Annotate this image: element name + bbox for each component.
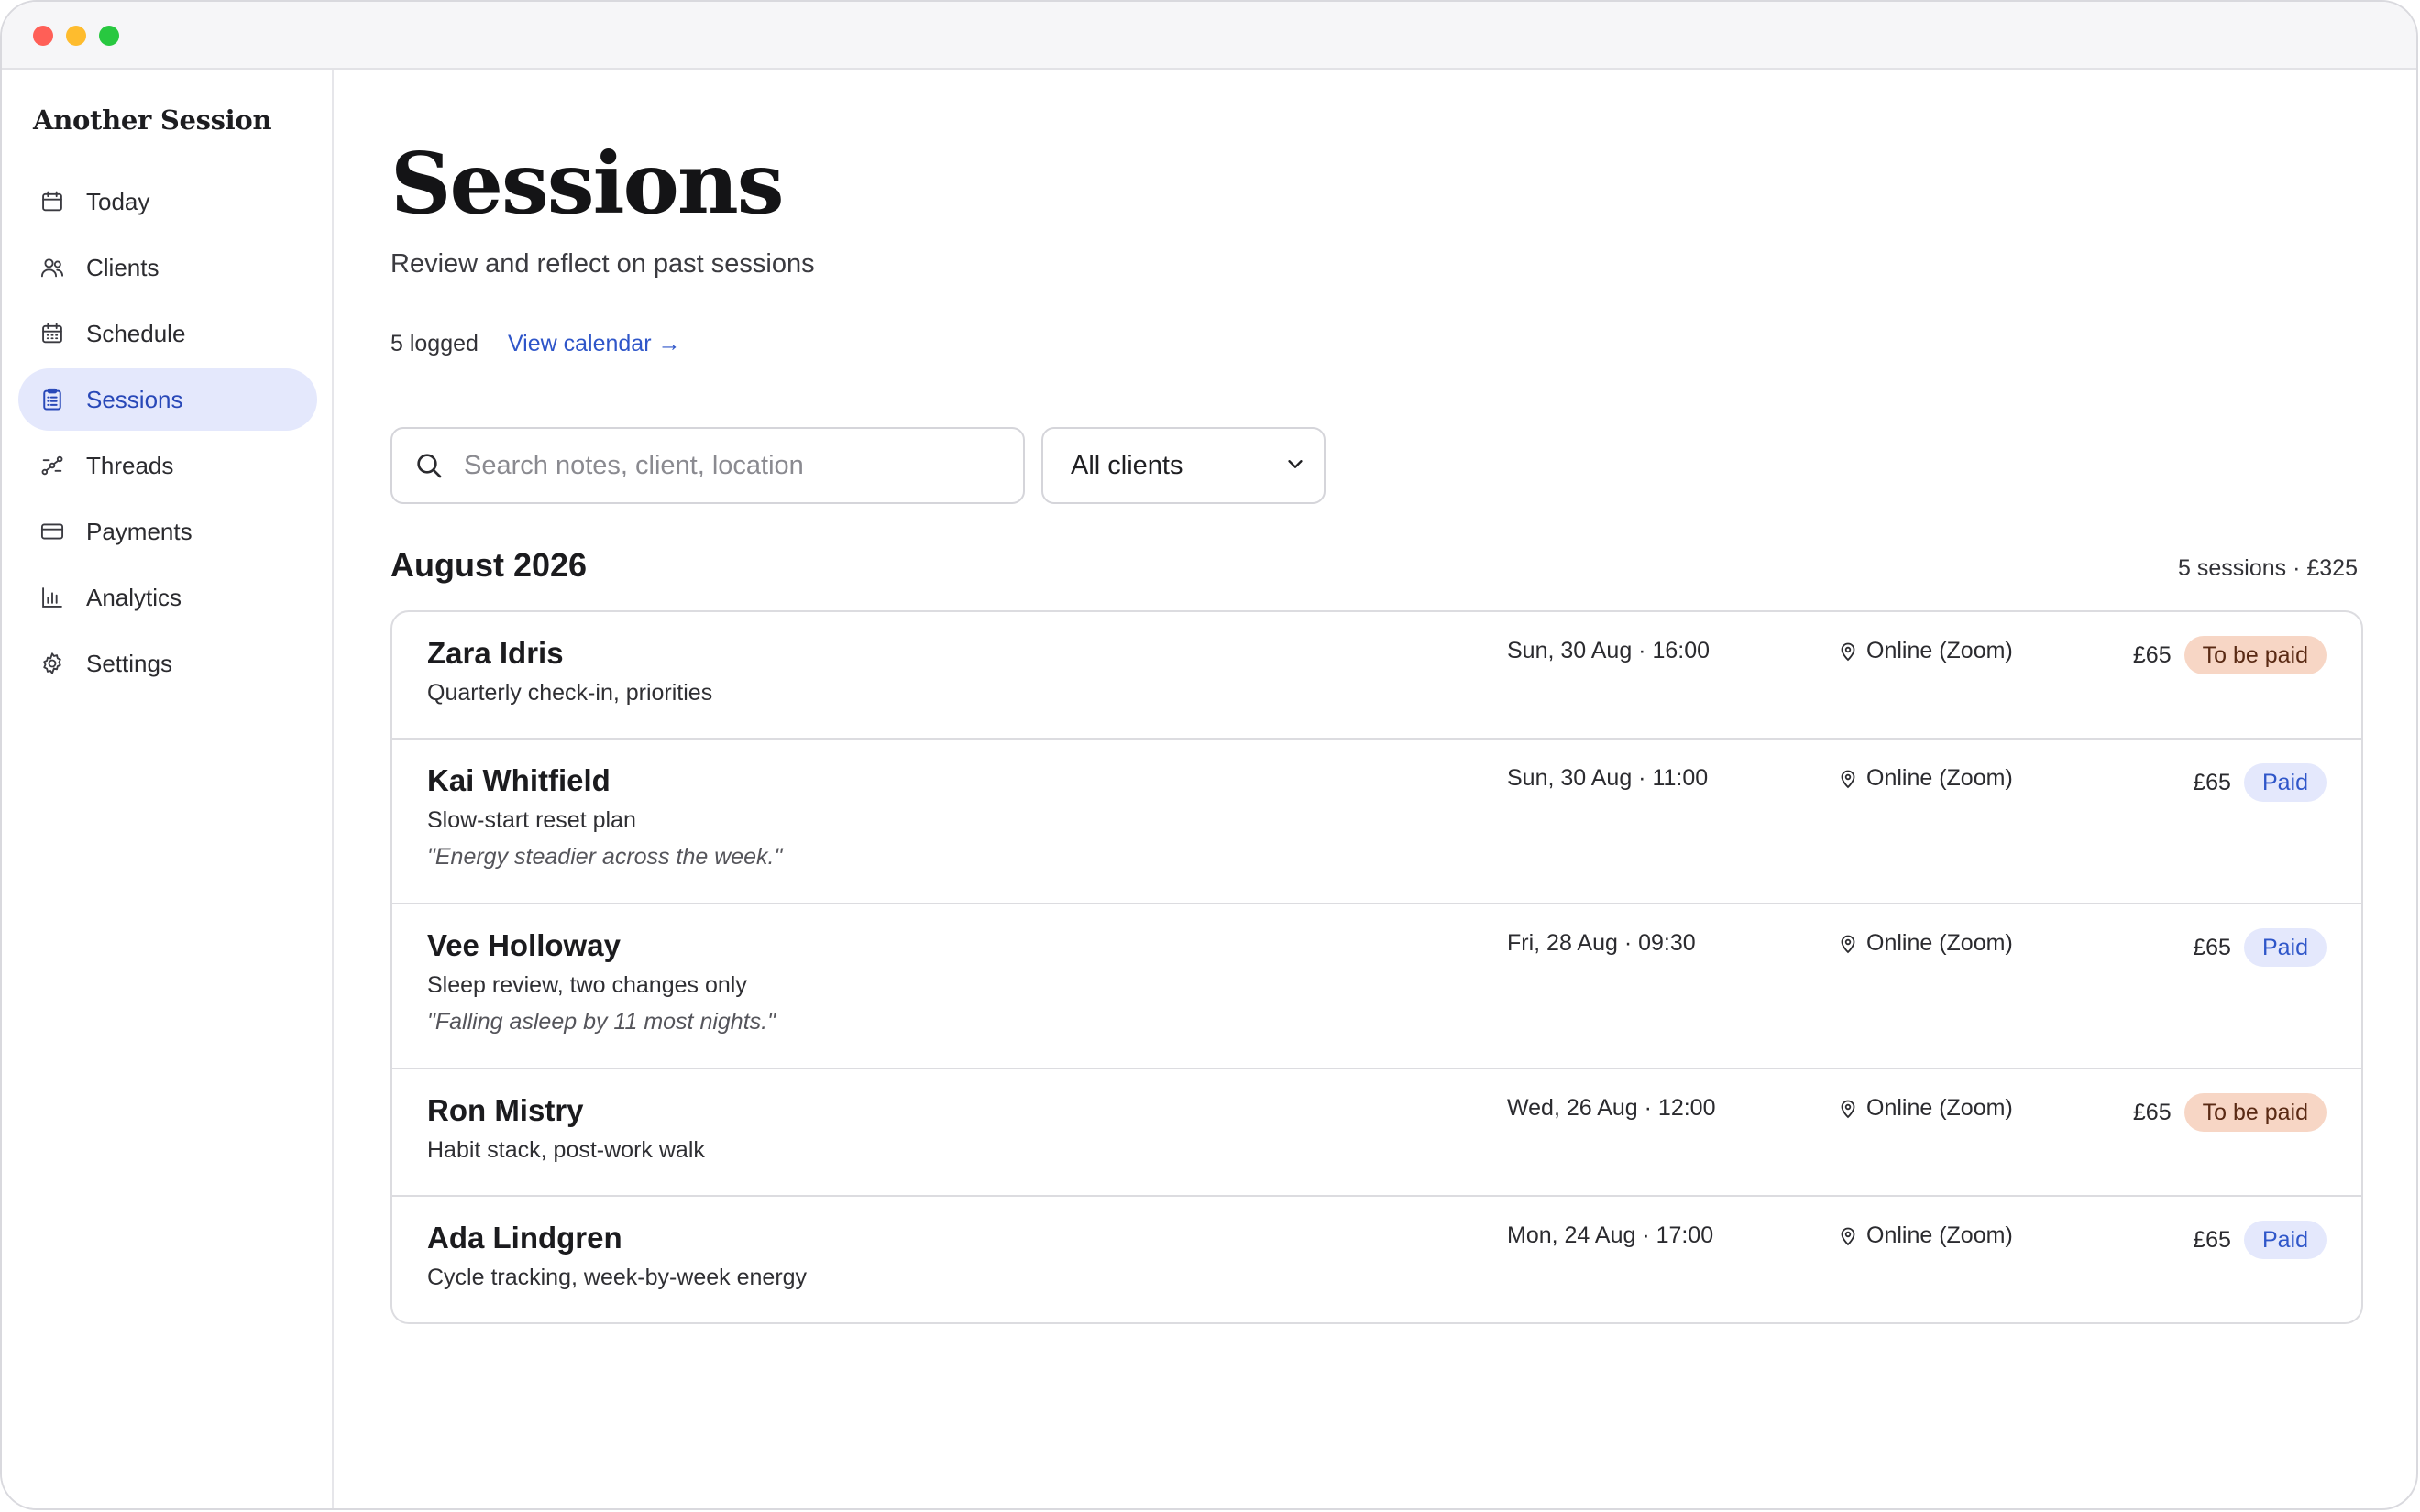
title-bar <box>2 2 2416 70</box>
session-amount: £65 <box>2132 1099 2172 1125</box>
session-amount: £65 <box>2193 934 2231 960</box>
location-pin-icon <box>1837 933 1859 955</box>
search-box <box>390 427 1025 504</box>
location-text: Online (Zoom) <box>1866 638 2013 663</box>
page-title: Sessions <box>390 134 785 233</box>
session-amount: £65 <box>2193 769 2231 795</box>
main-content: Sessions Review and reflect on past sess… <box>334 70 2416 1508</box>
client-filter-select[interactable]: All clients <box>1041 427 1326 504</box>
client-name[interactable]: Vee Holloway <box>427 928 621 963</box>
session-date: Fri, 28 Aug · 09:30 <box>1507 930 1696 956</box>
payment-info: £65 Paid <box>2193 1221 2326 1259</box>
session-list: Zara Idris Quarterly check-in, prioritie… <box>390 610 2363 1324</box>
sidebar-nav: Today Clients Schedule Sessions Threads … <box>18 170 317 698</box>
credit-card-icon <box>38 518 66 545</box>
session-row[interactable]: Kai Whitfield Slow-start reset plan "Ene… <box>392 740 2361 904</box>
close-window-button[interactable] <box>33 26 53 46</box>
threads-icon <box>38 452 66 479</box>
status-badge: Paid <box>2243 928 2326 967</box>
calendar-icon <box>38 188 66 215</box>
session-date: Wed, 26 Aug · 12:00 <box>1507 1095 1716 1121</box>
payment-info: £65 To be paid <box>2133 1093 2326 1132</box>
client-name[interactable]: Kai Whitfield <box>427 763 610 798</box>
month-summary: 5 sessions · £325 <box>2178 555 2358 581</box>
session-location: Online (Zoom) <box>1837 1222 2013 1249</box>
session-topic: Quarterly check-in, priorities <box>427 680 713 706</box>
sidebar-item-threads[interactable]: Threads <box>18 434 317 497</box>
location-pin-icon <box>1837 641 1859 663</box>
session-location: Online (Zoom) <box>1837 930 2013 957</box>
gear-icon <box>38 650 66 677</box>
location-text: Online (Zoom) <box>1866 765 2013 791</box>
session-location: Online (Zoom) <box>1837 638 2013 664</box>
location-pin-icon <box>1837 1225 1859 1247</box>
session-row[interactable]: Ron Mistry Habit stack, post-work walk W… <box>392 1069 2361 1197</box>
sidebar-item-sessions[interactable]: Sessions <box>18 368 317 431</box>
status-badge: To be paid <box>2184 636 2326 674</box>
sidebar-item-label: Threads <box>86 451 174 479</box>
sidebar-item-label: Analytics <box>86 583 182 611</box>
sidebar-item-clients[interactable]: Clients <box>18 236 317 299</box>
minimize-window-button[interactable] <box>66 26 86 46</box>
sidebar-item-label: Settings <box>86 649 172 677</box>
sidebar-item-label: Schedule <box>86 319 186 347</box>
sidebar-item-label: Today <box>86 187 150 215</box>
payment-info: £65 Paid <box>2193 763 2326 802</box>
clipboard-icon <box>38 386 66 413</box>
sidebar-item-label: Sessions <box>86 385 183 413</box>
session-topic: Slow-start reset plan <box>427 807 636 833</box>
sidebar-item-payments[interactable]: Payments <box>18 500 317 563</box>
client-filter-value: All clients <box>1071 450 1183 480</box>
chevron-down-icon <box>1285 454 1305 478</box>
view-calendar-link[interactable]: View calendar → <box>508 331 681 357</box>
location-pin-icon <box>1837 1098 1859 1120</box>
sidebar: Another Session Today Clients Schedule S… <box>2 70 334 1508</box>
session-topic: Habit stack, post-work walk <box>427 1137 705 1163</box>
session-date: Mon, 24 Aug · 17:00 <box>1507 1222 1714 1248</box>
brand-name: Another Session <box>33 104 272 136</box>
session-row[interactable]: Zara Idris Quarterly check-in, prioritie… <box>392 612 2361 740</box>
session-date: Sun, 30 Aug · 11:00 <box>1507 765 1709 791</box>
app-window: Another Session Today Clients Schedule S… <box>0 0 2418 1510</box>
sidebar-item-settings[interactable]: Settings <box>18 632 317 695</box>
search-input[interactable] <box>462 449 979 482</box>
session-topic: Cycle tracking, week-by-week energy <box>427 1265 808 1290</box>
client-name[interactable]: Ron Mistry <box>427 1093 584 1128</box>
location-text: Online (Zoom) <box>1866 930 2013 956</box>
session-quote: "Falling asleep by 11 most nights." <box>427 1009 776 1035</box>
zoom-window-button[interactable] <box>99 26 119 46</box>
payment-info: £65 To be paid <box>2133 636 2326 674</box>
page-subtitle: Review and reflect on past sessions <box>390 249 815 279</box>
client-name[interactable]: Ada Lindgren <box>427 1221 622 1255</box>
users-icon <box>38 254 66 281</box>
location-text: Online (Zoom) <box>1866 1095 2013 1121</box>
month-heading: August 2026 <box>390 546 588 584</box>
session-amount: £65 <box>2132 641 2172 668</box>
sidebar-item-analytics[interactable]: Analytics <box>18 566 317 629</box>
session-date: Sun, 30 Aug · 16:00 <box>1507 638 1710 663</box>
location-text: Online (Zoom) <box>1866 1222 2013 1248</box>
session-row[interactable]: Ada Lindgren Cycle tracking, week-by-wee… <box>392 1197 2361 1322</box>
sidebar-item-label: Clients <box>86 253 160 281</box>
meta-row: 5 logged View calendar → <box>390 331 680 357</box>
status-badge: To be paid <box>2184 1093 2326 1132</box>
session-amount: £65 <box>2193 1226 2231 1253</box>
payment-info: £65 Paid <box>2193 928 2326 967</box>
session-quote: "Energy steadier across the week." <box>427 844 783 870</box>
status-badge: Paid <box>2243 763 2326 802</box>
sidebar-item-label: Payments <box>86 517 192 545</box>
session-location: Online (Zoom) <box>1837 1095 2013 1122</box>
logged-count: 5 logged <box>390 331 478 356</box>
bar-chart-icon <box>38 584 66 611</box>
sidebar-item-today[interactable]: Today <box>18 170 317 233</box>
status-badge: Paid <box>2243 1221 2326 1259</box>
sidebar-item-schedule[interactable]: Schedule <box>18 302 317 365</box>
client-name[interactable]: Zara Idris <box>427 636 564 671</box>
session-topic: Sleep review, two changes only <box>427 972 747 998</box>
session-location: Online (Zoom) <box>1837 765 2013 792</box>
session-row[interactable]: Vee Holloway Sleep review, two changes o… <box>392 904 2361 1069</box>
location-pin-icon <box>1837 768 1859 790</box>
search-icon <box>414 450 446 481</box>
calendar-grid-icon <box>38 320 66 347</box>
